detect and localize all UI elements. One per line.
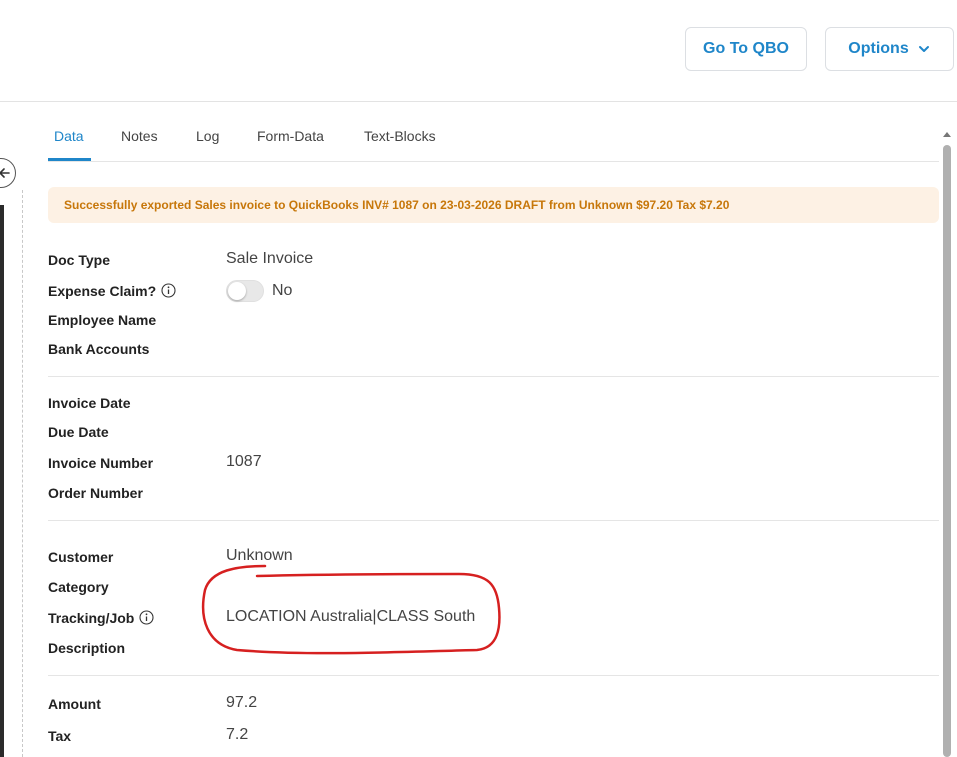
tab-bar: Data Notes Log Form-Data Text-Blocks (48, 118, 939, 162)
employee-name-label: Employee Name (48, 312, 157, 328)
category-label: Category (48, 579, 109, 595)
left-panel-dark-edge (0, 205, 4, 757)
go-to-qbo-button[interactable]: Go To QBO (685, 27, 807, 71)
back-arrow-icon (0, 168, 10, 178)
tab-notes[interactable]: Notes (121, 128, 158, 144)
info-icon[interactable] (161, 283, 176, 298)
tab-form-data[interactable]: Form-Data (257, 128, 324, 144)
top-bar: Go To QBO Options (0, 0, 957, 102)
section-divider (48, 675, 939, 676)
options-button[interactable]: Options (825, 27, 954, 71)
go-to-qbo-label: Go To QBO (703, 40, 789, 57)
bank-accounts-label: Bank Accounts (48, 341, 150, 357)
section-divider (48, 376, 939, 377)
amount-value[interactable]: 97.2 (226, 694, 257, 712)
panel-divider[interactable] (22, 190, 23, 757)
description-label: Description (48, 640, 126, 656)
left-panel-edge (0, 102, 28, 757)
tracking-job-value[interactable]: LOCATION Australia|CLASS South (226, 608, 475, 626)
tab-text-blocks[interactable]: Text-Blocks (364, 128, 436, 144)
expense-claim-label-text: Expense Claim? (48, 283, 157, 299)
order-number-label: Order Number (48, 485, 143, 501)
options-label: Options (848, 40, 909, 57)
customer-value[interactable]: Unknown (226, 547, 293, 565)
alert-text: Successfully exported Sales invoice to Q… (64, 198, 730, 212)
scrollbar-thumb[interactable] (943, 145, 951, 757)
section-divider (48, 520, 939, 521)
due-date-label: Due Date (48, 424, 109, 440)
tab-log[interactable]: Log (196, 128, 219, 144)
invoice-number-label: Invoice Number (48, 455, 154, 471)
tab-data[interactable]: Data (54, 128, 84, 144)
tracking-job-label: Tracking/Job (48, 610, 154, 626)
active-tab-indicator (48, 158, 91, 161)
expense-claim-toggle[interactable] (226, 280, 264, 302)
invoice-date-label: Invoice Date (48, 395, 131, 411)
export-success-alert: Successfully exported Sales invoice to Q… (48, 187, 939, 223)
customer-label: Customer (48, 549, 114, 565)
doc-type-label: Doc Type (48, 252, 110, 268)
toggle-knob (228, 282, 246, 300)
tracking-job-label-text: Tracking/Job (48, 610, 135, 626)
invoice-number-value[interactable]: 1087 (226, 453, 262, 471)
doc-type-value[interactable]: Sale Invoice (226, 250, 313, 268)
tax-label: Tax (48, 728, 72, 744)
info-icon[interactable] (139, 610, 154, 625)
amount-label: Amount (48, 696, 101, 712)
chevron-down-icon (918, 46, 929, 52)
expense-claim-value: No (272, 282, 293, 299)
tax-value[interactable]: 7.2 (226, 726, 248, 744)
scroll-up-icon[interactable] (942, 130, 952, 138)
expense-claim-label: Expense Claim? (48, 283, 176, 299)
